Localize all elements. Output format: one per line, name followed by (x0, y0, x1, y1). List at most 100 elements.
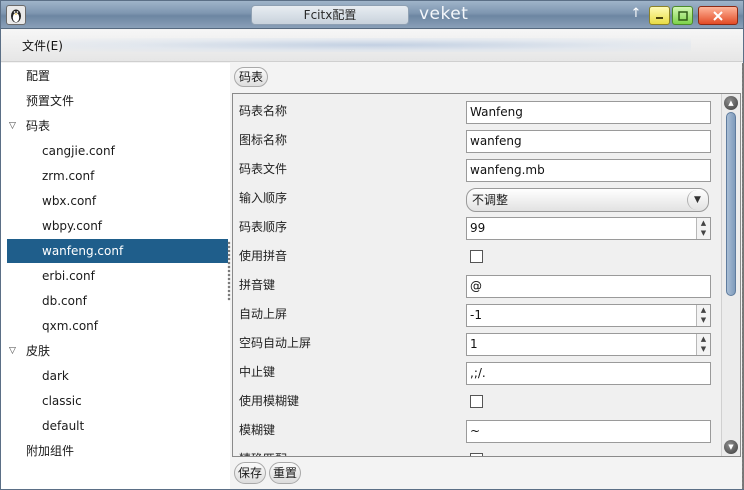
penguin-icon[interactable] (6, 5, 26, 25)
scroll-thumb[interactable] (726, 112, 736, 296)
setting-spinbox[interactable]: -1 ▲ ▼ (466, 304, 711, 327)
setting-checkbox[interactable] (470, 453, 483, 456)
tree-item[interactable]: 附加组件 (1, 439, 228, 463)
setting-row: 图标名称 wanfeng (233, 126, 719, 155)
field-value: wanfeng (470, 134, 522, 148)
setting-row: 输入顺序 不调整 ▼ (233, 184, 719, 213)
expander-icon[interactable]: ▽ (9, 114, 16, 138)
tree-item[interactable]: qxm.conf (1, 314, 228, 338)
setting-text-field[interactable]: Wanfeng (466, 101, 711, 124)
spin-up-icon[interactable]: ▲ (697, 334, 710, 344)
setting-row: 空码自动上屏 1 ▲ ▼ (233, 329, 719, 358)
setting-label: 中止键 (239, 365, 276, 379)
setting-row: 码表名称 Wanfeng (233, 97, 719, 126)
setting-text-field[interactable]: wanfeng (466, 130, 711, 153)
setting-label: 自动上屏 (239, 307, 288, 321)
setting-label: 码表名称 (239, 104, 288, 118)
tree-item[interactable]: wbpy.conf (1, 214, 228, 238)
combo-value: 不调整 (472, 193, 509, 207)
setting-row: 使用模糊键 (233, 387, 719, 416)
tree-item[interactable]: db.conf (1, 289, 228, 313)
field-value: 1 (470, 337, 478, 351)
tree-item[interactable]: default (1, 414, 228, 438)
tree-item[interactable]: cangjie.conf (1, 139, 228, 163)
tree-item[interactable]: ▽ 皮肤 (1, 339, 228, 363)
vertical-scrollbar[interactable]: ▲ ▼ (721, 94, 740, 456)
spin-arrows[interactable]: ▲ ▼ (696, 305, 710, 326)
field-value: @ (470, 279, 482, 293)
field-value: Wanfeng (470, 105, 523, 119)
field-value: ,;/. (470, 366, 486, 380)
setting-row: 精确匹配 (233, 445, 719, 456)
pane-splitter[interactable] (227, 241, 231, 301)
setting-checkbox[interactable] (470, 250, 483, 263)
tree-item[interactable]: zrm.conf (1, 164, 228, 188)
setting-label: 模糊键 (239, 423, 276, 437)
title-bar[interactable]: Fcitx配置 veket ↑ (1, 1, 743, 29)
spin-up-icon[interactable]: ▲ (697, 305, 710, 315)
tree-item[interactable]: 预置文件 (1, 89, 228, 113)
spin-down-icon[interactable]: ▼ (697, 315, 710, 325)
setting-label: 输入顺序 (239, 191, 288, 205)
chevron-down-icon[interactable]: ▼ (687, 190, 707, 210)
save-button[interactable]: 保存 (234, 462, 267, 484)
setting-label: 精确匹配 (239, 445, 287, 456)
spin-down-icon[interactable]: ▼ (697, 228, 710, 238)
field-value: wanfeng.mb (470, 163, 545, 177)
tree-item-label: 配置 (26, 69, 51, 83)
app-window: Fcitx配置 veket ↑ 文件(E) 配置 预置文件 ▽ 码表 cangjie.c… (0, 0, 744, 490)
spin-arrows[interactable]: ▲ ▼ (696, 218, 710, 239)
maximize-icon[interactable] (672, 6, 693, 25)
spin-down-icon[interactable]: ▼ (697, 344, 710, 354)
tree-item-label: cangjie.conf (42, 144, 115, 158)
field-value: ~ (470, 424, 481, 438)
pin-icon[interactable]: ↑ (629, 5, 643, 23)
setting-row: 模糊键 ~ (233, 416, 719, 445)
setting-spinbox[interactable]: 1 ▲ ▼ (466, 333, 711, 356)
tree-item[interactable]: wanfeng.conf (7, 239, 228, 263)
tree-item-label: 皮肤 (26, 344, 51, 358)
setting-label: 码表顺序 (239, 220, 288, 234)
tree-item-label: erbi.conf (42, 269, 95, 283)
tab-table[interactable]: 码表 (234, 67, 269, 87)
tree-item[interactable]: dark (1, 364, 228, 388)
field-value: 99 (470, 221, 486, 235)
close-icon[interactable] (698, 6, 738, 25)
window-title: Fcitx配置 (251, 5, 409, 25)
menu-file[interactable]: 文件(E) (22, 37, 63, 54)
tree-item[interactable]: 配置 (1, 64, 228, 88)
setting-label: 拼音键 (239, 278, 276, 292)
setting-row: 中止键 ,;/. (233, 358, 719, 387)
tree-item[interactable]: erbi.conf (1, 264, 228, 288)
tree-item-label: zrm.conf (42, 169, 95, 183)
setting-checkbox[interactable] (470, 395, 483, 408)
tree-item-label: wbpy.conf (42, 219, 103, 233)
setting-text-field[interactable]: ,;/. (466, 362, 711, 385)
tree-item-label: wanfeng.conf (42, 244, 124, 258)
setting-row: 拼音键 @ (233, 271, 719, 300)
setting-text-field[interactable]: ~ (466, 420, 711, 443)
tree-item[interactable]: classic (1, 389, 228, 413)
settings-panel: 码表名称 Wanfeng 图标名称 wanfeng 码表文件 wanfeng.mb 输入顺序… (232, 93, 741, 457)
config-tree: 配置预置文件 ▽ 码表 cangjie.conf zrm.conf wbx.conf wbp… (1, 63, 230, 489)
minimize-icon[interactable] (649, 6, 670, 25)
scroll-down-icon[interactable]: ▼ (724, 440, 738, 454)
tree-item-label: db.conf (42, 294, 87, 308)
setting-label: 码表文件 (239, 162, 288, 176)
expander-icon[interactable]: ▽ (9, 339, 16, 363)
setting-label: 空码自动上屏 (239, 336, 312, 350)
spin-up-icon[interactable]: ▲ (697, 218, 710, 228)
tree-item-label: default (42, 419, 85, 433)
tree-item[interactable]: wbx.conf (1, 189, 228, 213)
setting-row: 使用拼音 (233, 242, 719, 271)
spin-arrows[interactable]: ▲ ▼ (696, 334, 710, 355)
setting-text-field[interactable]: wanfeng.mb (466, 159, 711, 182)
setting-spinbox[interactable]: 99 ▲ ▼ (466, 217, 711, 240)
setting-row: 码表顺序 99 ▲ ▼ (233, 213, 719, 242)
reset-button[interactable]: 重置 (269, 462, 302, 484)
setting-text-field[interactable]: @ (466, 275, 711, 298)
tree-item[interactable]: ▽ 码表 (1, 114, 228, 138)
setting-label: 图标名称 (239, 133, 288, 147)
setting-combobox[interactable]: 不调整 ▼ (466, 188, 709, 212)
scroll-up-icon[interactable]: ▲ (724, 96, 738, 110)
